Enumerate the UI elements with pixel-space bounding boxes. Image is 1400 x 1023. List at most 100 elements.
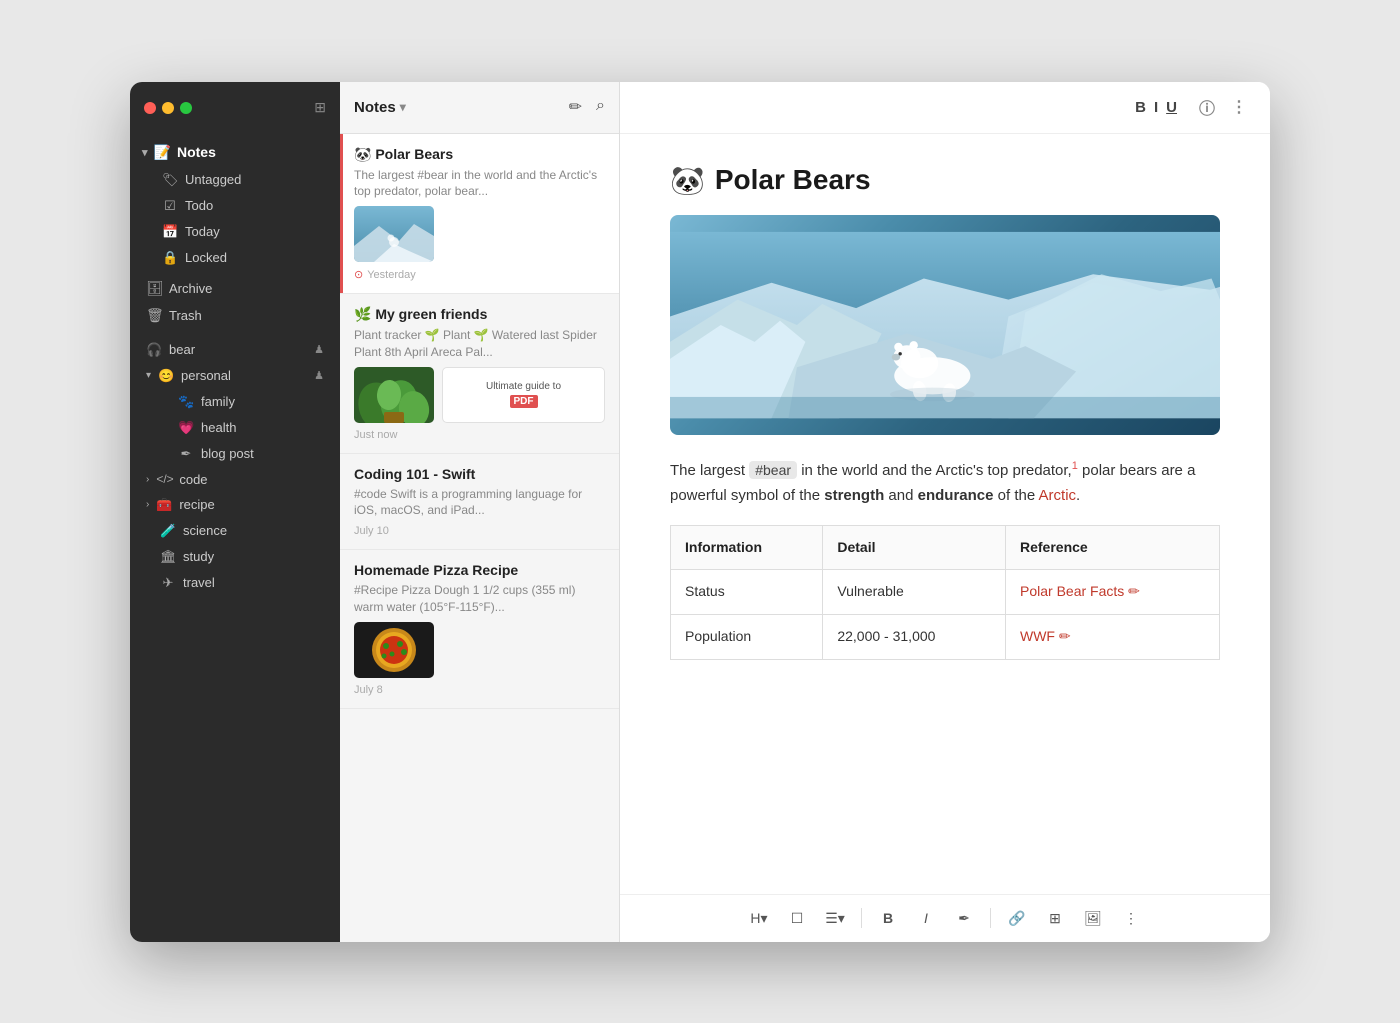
minimize-button[interactable] xyxy=(162,102,174,114)
arrow-right-icon: › xyxy=(146,474,149,485)
pen-icon: ✒ xyxy=(178,446,194,462)
bear-icon: 🎧 xyxy=(146,342,162,358)
sidebar-content: ▾ 📝 Notes 🏷 Untagged ☑ Todo 📅 Today 🔒 Lo… xyxy=(130,134,340,942)
notes-title-text: Notes xyxy=(354,99,396,116)
note-title: Homemade Pizza Recipe xyxy=(354,562,605,578)
note-item-green-friends[interactable]: 🌿 My green friends Plant tracker 🌱 Plant… xyxy=(340,294,619,454)
traffic-lights xyxy=(144,102,192,114)
checkbox-icon: ☐ xyxy=(791,910,804,927)
note-item-coding[interactable]: Coding 101 - Swift #code Swift is a prog… xyxy=(340,454,619,551)
notes-icon: 📝 xyxy=(154,144,171,161)
sidebar-group-label: study xyxy=(183,549,214,564)
editor-content[interactable]: 🐼 Polar Bears xyxy=(620,134,1270,894)
sidebar-group-label: science xyxy=(183,523,227,538)
info-icon[interactable]: ⓘ xyxy=(1196,93,1218,121)
pin-icon: ⊙ xyxy=(354,268,363,281)
sidebar-group-science[interactable]: 🧪 science xyxy=(134,518,336,544)
note-list-actions: ✏ ⌕ xyxy=(569,97,605,117)
sidebar-group-label: personal xyxy=(181,368,231,383)
sidebar-item-untagged[interactable]: 🏷 Untagged xyxy=(134,167,336,193)
sidebar-item-archive[interactable]: 🗄 Archive xyxy=(134,275,336,302)
close-button[interactable] xyxy=(144,102,156,114)
tag-icon: 🏷 xyxy=(162,172,178,188)
sidebar-item-todo[interactable]: ☑ Todo xyxy=(134,193,336,219)
note-media-row: Ultimate guide to PDF xyxy=(354,367,605,423)
sidebar-item-health[interactable]: 💗 health xyxy=(134,415,336,441)
app-window: ⊞ ▾ 📝 Notes 🏷 Untagged ☑ Todo 📅 Today xyxy=(130,82,1270,942)
note-thumbnail xyxy=(354,206,434,262)
list-btn[interactable]: ☰▾ xyxy=(819,902,851,934)
more-toolbar-btn[interactable]: ⋮ xyxy=(1115,902,1147,934)
link-btn[interactable]: 🔗 xyxy=(1001,902,1033,934)
bold-strength: strength xyxy=(824,487,884,504)
note-list-content: 🐼 Polar Bears The largest #bear in the w… xyxy=(340,134,619,942)
note-preview: #Recipe Pizza Dough 1 1/2 cups (355 ml) … xyxy=(354,582,605,616)
heading-btn[interactable]: H▾ xyxy=(743,902,775,934)
info-table: Information Detail Reference Status Vuln… xyxy=(670,525,1220,660)
image-btn[interactable]: 🖼 xyxy=(1077,902,1109,934)
bold-format-btn[interactable]: B xyxy=(1132,97,1149,118)
toolbar-separator xyxy=(861,908,862,928)
sidebar-group-study[interactable]: 🏛 study xyxy=(134,544,336,570)
table-cell-info: Status xyxy=(671,570,823,615)
sidebar-notes-header[interactable]: ▾ 📝 Notes xyxy=(130,138,340,167)
sidebar-item-label: Untagged xyxy=(185,172,241,187)
date-text: Yesterday xyxy=(367,269,416,281)
italic-format-btn[interactable]: I xyxy=(1151,97,1161,118)
sidebar-group-recipe[interactable]: › 🧰 recipe xyxy=(134,492,336,518)
title-text: Polar Bears xyxy=(715,164,871,196)
bold-icon: B xyxy=(883,910,893,926)
polar-bear-facts-link[interactable]: Polar Bear Facts ✏ xyxy=(1020,580,1205,604)
underline-format-btn[interactable]: U xyxy=(1163,97,1180,118)
table-btn[interactable]: ⊞ xyxy=(1039,902,1071,934)
table-cell-reference: Polar Bear Facts ✏ xyxy=(1006,570,1220,615)
sidebar-group-code[interactable]: › </> code xyxy=(134,467,336,492)
sidebar-group-travel[interactable]: ✈ travel xyxy=(134,570,336,596)
note-preview: The largest #bear in the world and the A… xyxy=(354,167,605,201)
more-options-icon[interactable]: ⋮ xyxy=(1228,95,1250,119)
date-text: Just now xyxy=(354,429,397,441)
title-emoji: 🐼 xyxy=(670,164,705,197)
new-note-icon[interactable]: ✏ xyxy=(569,97,582,117)
body-text-part4: and xyxy=(884,487,917,504)
sidebar-tag-label: blog post xyxy=(201,446,254,461)
sidebar-item-trash[interactable]: 🗑 Trash xyxy=(134,302,336,329)
editor: B I U ⓘ ⋮ 🐼 Polar Bears xyxy=(620,82,1270,942)
sidebar-item-family[interactable]: 🐾 family xyxy=(134,389,336,415)
note-item-pizza[interactable]: Homemade Pizza Recipe #Recipe Pizza Doug… xyxy=(340,550,619,709)
sidebar-item-blogpost[interactable]: ✒ blog post xyxy=(134,441,336,467)
hashtag-bear[interactable]: #bear xyxy=(749,461,797,479)
highlight-btn[interactable]: ✒ xyxy=(948,902,980,934)
lock-icon: 🔒 xyxy=(162,250,178,266)
sidebar-group-label: bear xyxy=(169,342,195,357)
format-biu: B I U ⓘ ⋮ xyxy=(1132,93,1250,121)
sidebar-item-locked[interactable]: 🔒 Locked xyxy=(134,245,336,271)
image-icon: 🖼 xyxy=(1084,910,1102,927)
sidebar-item-today[interactable]: 📅 Today xyxy=(134,219,336,245)
more-icon: ⋮ xyxy=(1124,910,1138,927)
arrow-right-icon: › xyxy=(146,499,149,510)
sidebar-group-bear[interactable]: 🎧 bear ♟ xyxy=(134,337,336,363)
table-cell-reference: WWF ✏ xyxy=(1006,615,1220,660)
search-icon[interactable]: ⌕ xyxy=(596,97,605,117)
note-title: 🌿 My green friends xyxy=(354,306,605,323)
italic-btn[interactable]: I xyxy=(910,902,942,934)
settings-icon[interactable]: ⊞ xyxy=(314,99,326,116)
table-header-info: Information xyxy=(671,525,823,570)
bold-btn[interactable]: B xyxy=(872,902,904,934)
sidebar-group-personal[interactable]: ▾ 😊 personal ♟ xyxy=(134,363,336,389)
wwf-link[interactable]: WWF ✏ xyxy=(1020,625,1205,649)
arctic-link[interactable]: Arctic xyxy=(1039,487,1077,504)
editor-body-text[interactable]: The largest #bear in the world and the A… xyxy=(670,457,1220,660)
note-item-polar-bears[interactable]: 🐼 Polar Bears The largest #bear in the w… xyxy=(340,134,619,295)
sidebar-archive-label: Archive xyxy=(169,281,212,296)
calendar-icon: 📅 xyxy=(162,224,178,240)
heading-icon: H▾ xyxy=(750,910,767,927)
sidebar-notes-label: Notes xyxy=(177,144,216,160)
editor-toolbar: H▾ ☐ ☰▾ B I ✒ 🔗 ⊞ xyxy=(620,894,1270,942)
checkbox-btn[interactable]: ☐ xyxy=(781,902,813,934)
chevron-down-icon: ▾ xyxy=(146,370,151,381)
maximize-button[interactable] xyxy=(180,102,192,114)
table-header-reference: Reference xyxy=(1006,525,1220,570)
note-list: Notes ▾ ✏ ⌕ 🐼 Polar Bears The largest #b… xyxy=(340,82,620,942)
